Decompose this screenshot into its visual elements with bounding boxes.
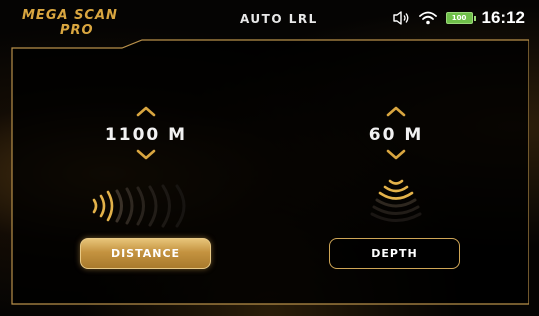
depth-button[interactable]: DEPTH	[329, 238, 460, 269]
distance-button[interactable]: DISTANCE	[80, 238, 211, 269]
app-screen: MEGA SCAN PRO AUTO LRL 100 16:12 1100 M …	[0, 0, 539, 316]
clock: 16:12	[481, 8, 525, 27]
volume-icon[interactable]	[392, 11, 410, 25]
distance-signal-icon	[92, 184, 186, 228]
status-bar: 100 16:12	[392, 7, 525, 29]
mode-title: AUTO LRL	[240, 12, 318, 26]
distance-block: 1100 M	[76, 105, 216, 161]
brand-name: MEGA SCAN	[22, 8, 118, 23]
depth-up-arrow-icon[interactable]	[385, 105, 407, 117]
brand-edition: PRO	[60, 23, 94, 38]
wifi-icon[interactable]	[418, 11, 437, 25]
brand-logo: MEGA SCAN PRO	[22, 8, 142, 38]
battery-level: 100	[451, 14, 467, 22]
depth-down-arrow-icon[interactable]	[385, 149, 407, 161]
depth-value: 60 M	[368, 125, 424, 145]
distance-up-arrow-icon[interactable]	[135, 105, 157, 117]
depth-signal-icon	[370, 179, 422, 222]
battery-icon: 100	[445, 12, 476, 24]
distance-value: 1100 M	[104, 125, 188, 145]
depth-block: 60 M	[326, 105, 466, 161]
distance-down-arrow-icon[interactable]	[135, 149, 157, 161]
